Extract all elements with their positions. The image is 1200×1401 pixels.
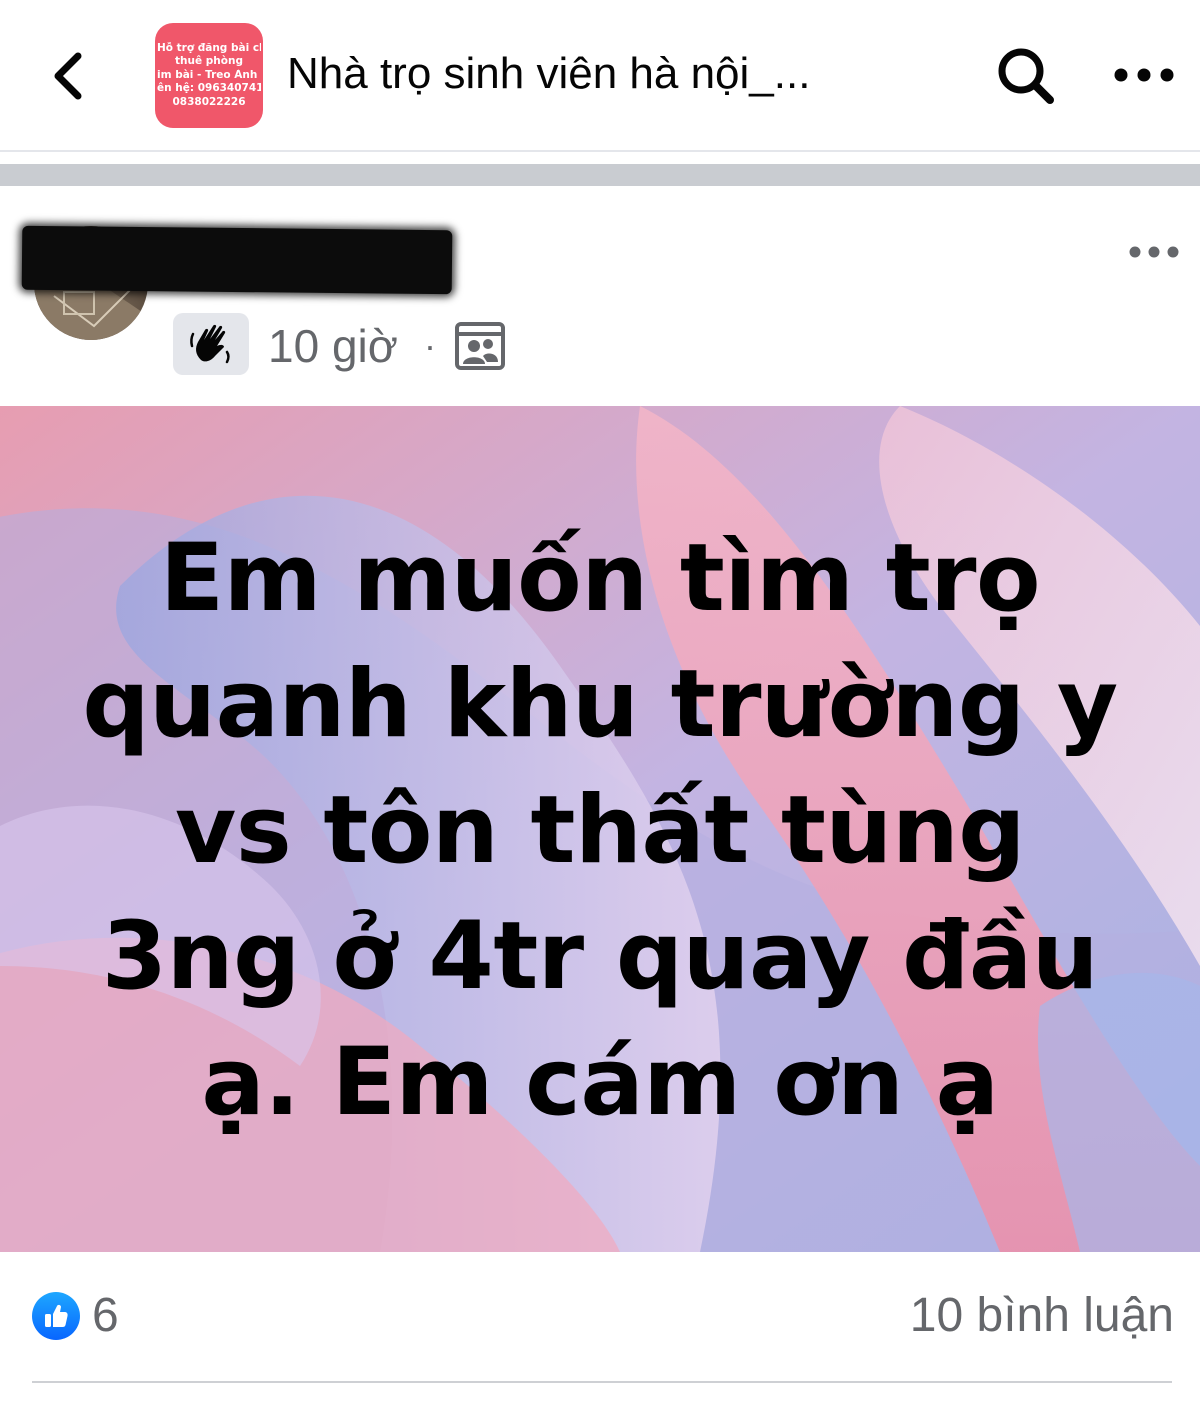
search-button[interactable] (990, 40, 1062, 112)
comment-count[interactable]: 10 bình luận (910, 1286, 1174, 1346)
group-thumbnail-line: ên hệ: 0963407413 (157, 82, 261, 95)
group-thumbnail-line: 0838022226 (172, 95, 246, 108)
more-horizontal-icon (1129, 246, 1179, 258)
group-title[interactable]: Nhà trọ sinh viên hà nội_... (287, 44, 927, 104)
group-members-icon (455, 322, 505, 370)
like-count[interactable]: 6 (92, 1286, 119, 1346)
more-horizontal-icon (1114, 68, 1174, 82)
like-thumb-icon (45, 1304, 68, 1327)
group-thumbnail-line: thuê phòng (175, 55, 243, 68)
group-thumbnail-line: im bài - Treo Ảnh bi (157, 68, 261, 81)
search-icon (998, 48, 1054, 104)
chevron-left-icon (54, 52, 82, 100)
post-more-button[interactable] (1122, 234, 1186, 270)
group-thumbnail[interactable]: Hỗ trợ đăng bài cho thuê phòng im bài - … (155, 23, 263, 128)
author-name-redacted (21, 225, 453, 295)
section-divider (0, 164, 1200, 186)
group-thumbnail-line: Hỗ trợ đăng bài cho (157, 41, 261, 54)
back-button[interactable] (36, 40, 100, 112)
post-timestamp[interactable]: 10 giờ (268, 318, 398, 374)
new-member-badge[interactable] (173, 313, 249, 375)
post-text: Em muốn tìm trọ quanh khu trường y vs tô… (82, 524, 1118, 1137)
footer-divider (32, 1381, 1172, 1383)
group-more-button[interactable] (1106, 50, 1182, 100)
group-header: Hỗ trợ đăng bài cho thuê phòng im bài - … (0, 0, 1200, 152)
like-reaction[interactable] (32, 1292, 80, 1340)
wave-hand-icon (190, 324, 230, 364)
meta-separator: · (424, 325, 436, 366)
